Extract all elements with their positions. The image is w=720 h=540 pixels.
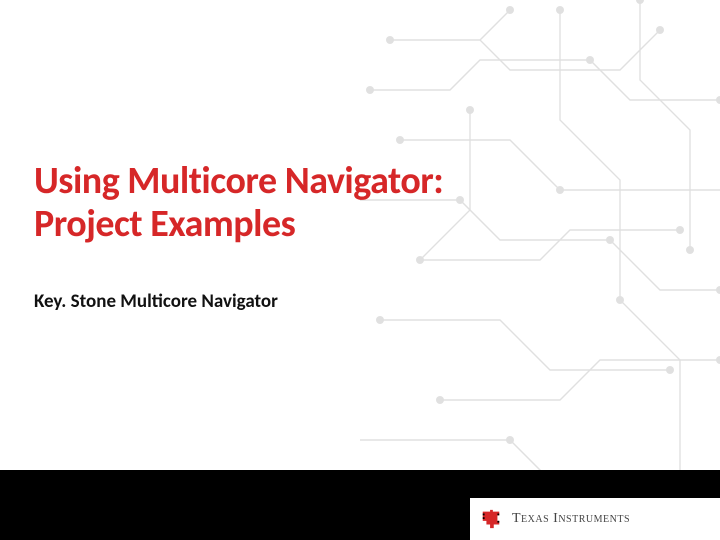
- brand-logo: Texas Instruments: [470, 498, 720, 540]
- brand-text: Texas Instruments: [512, 511, 630, 527]
- circuit-background-graphic: [360, 0, 720, 500]
- slide-subtitle: Key. Stone Multicore Navigator: [34, 290, 278, 313]
- brand-text-part1: Texas: [512, 511, 553, 526]
- brand-text-part2: Instruments: [553, 511, 630, 526]
- slide-title: Using Multicore Navigator: Project Examp…: [34, 160, 594, 245]
- title-block: Using Multicore Navigator: Project Examp…: [34, 160, 594, 245]
- title-line-1: Using Multicore Navigator:: [34, 158, 443, 204]
- ti-chip-icon: [480, 508, 502, 530]
- slide: Using Multicore Navigator: Project Examp…: [0, 0, 720, 540]
- title-line-2: Project Examples: [34, 201, 295, 247]
